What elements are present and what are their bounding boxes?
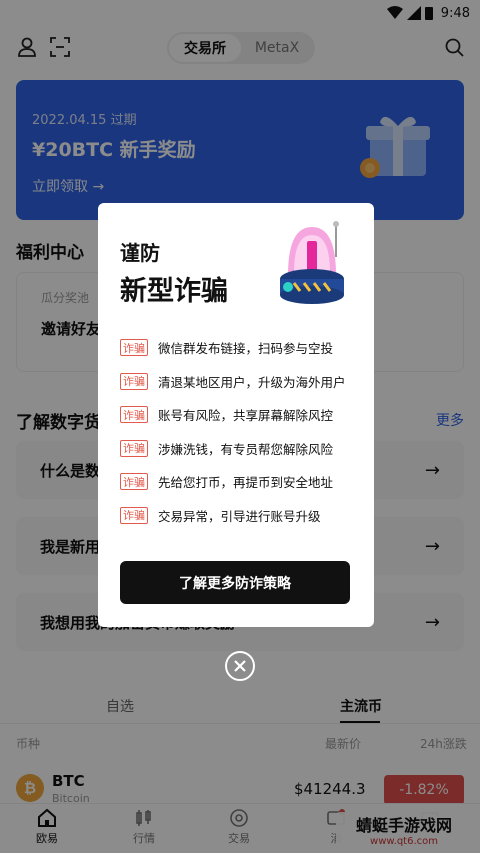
warning-item: 诈骗 清退某地区用户，升级为海外用户: [120, 365, 364, 399]
close-modal-button[interactable]: [225, 651, 255, 681]
fraud-tag: 诈骗: [120, 406, 148, 424]
warning-item: 诈骗 账号有风险，共享屏幕解除风控: [120, 398, 364, 432]
fraud-tag: 诈骗: [120, 339, 148, 357]
warning-text: 账号有风险，共享屏幕解除风控: [158, 408, 334, 424]
learn-more-button[interactable]: 了解更多防诈策略: [120, 561, 350, 604]
warning-text: 清退某地区用户，升级为海外用户: [158, 374, 346, 390]
warning-item: 诈骗 交易异常，引导进行账号升级: [120, 499, 364, 533]
warning-item: 诈骗 先给您打币，再提币到安全地址: [120, 465, 364, 499]
warning-text: 交易异常，引导进行账号升级: [158, 508, 321, 524]
fraud-tag: 诈骗: [120, 372, 148, 390]
warning-list: 诈骗 微信群发布链接，扫码参与空投 诈骗 清退某地区用户，升级为海外用户 诈骗 …: [120, 331, 364, 532]
warning-item: 诈骗 微信群发布链接，扫码参与空投: [120, 331, 364, 365]
warning-text: 先给您打币，再提币到安全地址: [158, 475, 334, 491]
fraud-tag: 诈骗: [120, 473, 148, 491]
anti-fraud-modal: 谨防 新型诈骗 诈骗 微信群发布链接，扫码参与空投 诈骗 清退某地区用户，升级为…: [98, 203, 374, 627]
warning-text: 涉嫌洗钱，有专员帮您解除风险: [158, 441, 334, 457]
alarm-siren-icon: [280, 221, 344, 304]
modal-title-line2: 新型诈骗: [120, 276, 228, 307]
modal-title-line1: 谨防: [120, 241, 160, 265]
fraud-tag: 诈骗: [120, 506, 148, 524]
fraud-tag: 诈骗: [120, 439, 148, 457]
warning-text: 微信群发布链接，扫码参与空投: [158, 341, 334, 357]
close-icon: [234, 660, 246, 672]
warning-item: 诈骗 涉嫌洗钱，有专员帮您解除风险: [120, 432, 364, 466]
